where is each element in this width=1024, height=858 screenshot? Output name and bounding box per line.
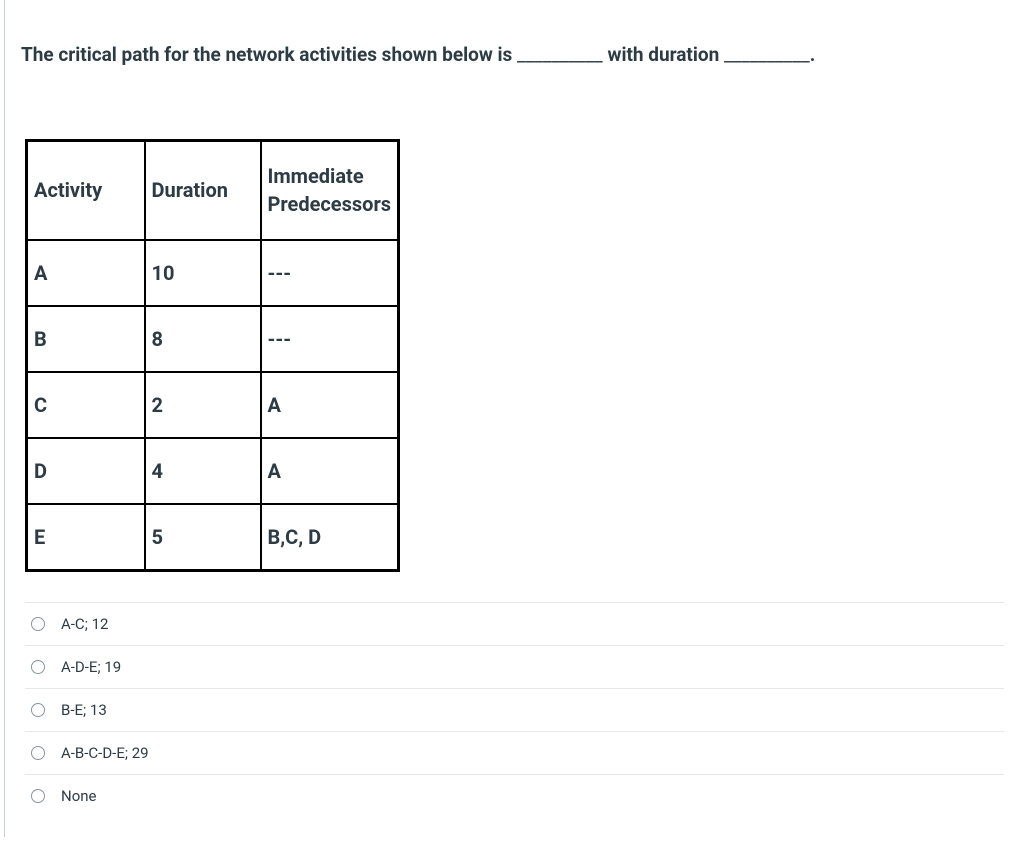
question-prefix: The critical path for the network activi…	[21, 43, 517, 66]
cell-activity: B	[27, 306, 145, 372]
option-radio[interactable]	[31, 660, 45, 674]
option-row[interactable]: B-E; 13	[25, 688, 1004, 731]
blank-1: __________	[517, 43, 603, 66]
table-row: D 4 A	[27, 438, 399, 504]
header-duration: Duration	[145, 140, 261, 240]
option-label: A-B-C-D-E; 29	[61, 744, 149, 762]
cell-predecessors: B,C, D	[261, 504, 399, 570]
option-row[interactable]: A-D-E; 19	[25, 645, 1004, 688]
option-radio[interactable]	[31, 746, 45, 760]
header-predecessors: Immediate Predecessors	[261, 140, 399, 240]
table-row: A 10 ---	[27, 240, 399, 306]
cell-predecessors: A	[261, 372, 399, 438]
question-suffix: .	[810, 43, 816, 66]
option-radio[interactable]	[31, 617, 45, 631]
cell-predecessors: ---	[261, 240, 399, 306]
cell-duration: 10	[145, 240, 261, 306]
option-label: A-C; 12	[61, 615, 108, 633]
option-label: None	[61, 787, 97, 805]
option-row[interactable]: None	[25, 774, 1004, 817]
question-prompt: The critical path for the network activi…	[5, 0, 1004, 69]
header-activity: Activity	[27, 140, 145, 240]
option-radio[interactable]	[31, 703, 45, 717]
question-mid: with duration	[603, 43, 724, 66]
cell-predecessors: ---	[261, 306, 399, 372]
cell-activity: E	[27, 504, 145, 570]
cell-duration: 4	[145, 438, 261, 504]
option-radio[interactable]	[31, 789, 45, 803]
blank-2: __________	[724, 43, 810, 66]
activity-table-wrap: Activity Duration Immediate Predecessors…	[25, 139, 1004, 572]
answer-options: A-C; 12 A-D-E; 19 B-E; 13 A-B-C-D-E; 29 …	[25, 602, 1004, 817]
option-label: A-D-E; 19	[61, 658, 121, 676]
option-label: B-E; 13	[61, 701, 107, 719]
table-row: C 2 A	[27, 372, 399, 438]
cell-activity: C	[27, 372, 145, 438]
activity-table: Activity Duration Immediate Predecessors…	[25, 139, 400, 572]
cell-activity: D	[27, 438, 145, 504]
cell-predecessors: A	[261, 438, 399, 504]
question-container: The critical path for the network activi…	[4, 0, 1024, 837]
table-row: E 5 B,C, D	[27, 504, 399, 570]
cell-duration: 8	[145, 306, 261, 372]
option-row[interactable]: A-C; 12	[25, 602, 1004, 645]
table-header-row: Activity Duration Immediate Predecessors	[27, 140, 399, 240]
cell-activity: A	[27, 240, 145, 306]
table-row: B 8 ---	[27, 306, 399, 372]
cell-duration: 5	[145, 504, 261, 570]
cell-duration: 2	[145, 372, 261, 438]
option-row[interactable]: A-B-C-D-E; 29	[25, 731, 1004, 774]
